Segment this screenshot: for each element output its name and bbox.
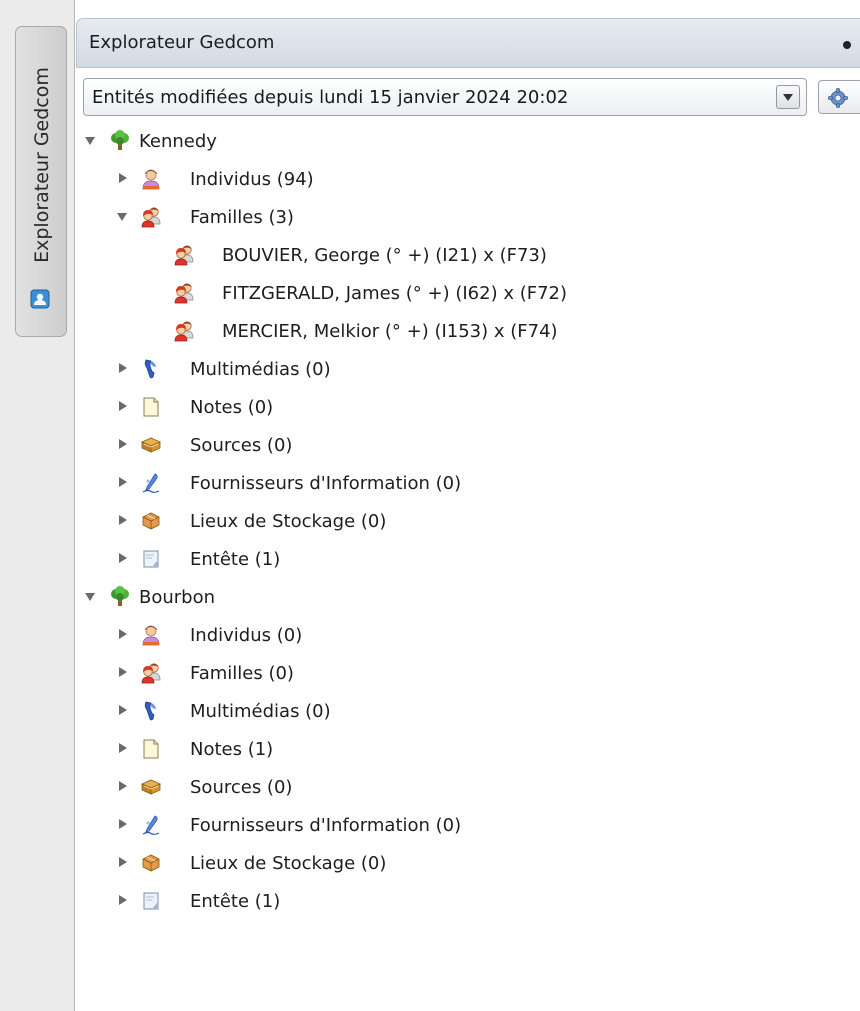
tree-node-label: Multimédias (0)	[190, 359, 331, 380]
family-icon	[173, 282, 195, 304]
tree-node-label: Sources (0)	[190, 435, 293, 456]
tree-node-label: Entête (1)	[190, 549, 281, 570]
expand-toggle-icon[interactable]	[116, 895, 128, 907]
tree-icon	[109, 130, 131, 152]
multimedia-icon	[140, 700, 162, 722]
family-icon	[140, 662, 162, 684]
tree-node-label: Individus (94)	[190, 169, 314, 190]
source-book-icon	[140, 776, 162, 798]
tree-node-label: Individus (0)	[190, 625, 303, 646]
family-icon	[173, 320, 195, 342]
tree-node-label: Notes (1)	[190, 739, 274, 760]
expand-toggle-icon[interactable]	[84, 591, 96, 603]
gear-icon	[828, 88, 848, 108]
expand-toggle-icon[interactable]	[116, 401, 128, 413]
expand-toggle-icon[interactable]	[116, 439, 128, 451]
tree-node-label: Kennedy	[139, 131, 217, 152]
tree-node-label: Lieux de Stockage (0)	[190, 853, 387, 874]
individual-icon	[140, 168, 162, 190]
panel-title: Explorateur Gedcom	[89, 32, 275, 53]
expand-toggle-icon[interactable]	[116, 705, 128, 717]
family-icon	[173, 244, 195, 266]
tree-node-label: Entête (1)	[190, 891, 281, 912]
tree-node-label: Notes (0)	[190, 397, 274, 418]
repository-box-icon	[140, 510, 162, 532]
tree-node-label: Fournisseurs d'Information (0)	[190, 815, 462, 836]
tree-node-label: Sources (0)	[190, 777, 293, 798]
modified-since-select[interactable]: Entités modifiées depuis lundi 15 janvie…	[83, 78, 807, 116]
panel-header: Explorateur Gedcom	[76, 18, 860, 68]
individual-icon	[140, 624, 162, 646]
expand-toggle-icon[interactable]	[84, 135, 96, 147]
expand-toggle-icon[interactable]	[116, 363, 128, 375]
panel-menu-dot-icon[interactable]	[843, 41, 851, 49]
left-tab-strip: Explorateur Gedcom	[0, 0, 75, 1011]
tree-node-label: Multimédias (0)	[190, 701, 331, 722]
tree-node-label: Familles (0)	[190, 663, 294, 684]
expand-toggle-icon[interactable]	[116, 667, 128, 679]
source-book-icon	[140, 434, 162, 456]
expand-toggle-icon[interactable]	[116, 173, 128, 185]
sidebar-tab-gedcom-explorer[interactable]: Explorateur Gedcom	[15, 26, 67, 337]
modified-since-value: Entités modifiées depuis lundi 15 janvie…	[92, 87, 569, 108]
submitter-pen-icon	[140, 472, 162, 494]
submitter-pen-icon	[140, 814, 162, 836]
chevron-down-icon[interactable]	[776, 85, 800, 109]
tree-node-label: Bourbon	[139, 587, 216, 608]
tree-node-label: MERCIER, Melkior (° +) (I153) x (F74)	[222, 321, 558, 342]
family-icon	[140, 206, 162, 228]
note-icon	[140, 396, 162, 418]
tree-node-label: BOUVIER, George (° +) (I21) x (F73)	[222, 245, 547, 266]
tree-node-label: Lieux de Stockage (0)	[190, 511, 387, 532]
expand-toggle-icon[interactable]	[116, 515, 128, 527]
note-icon	[140, 738, 162, 760]
header-document-icon	[140, 548, 162, 570]
multimedia-icon	[140, 358, 162, 380]
tree-node-label: Fournisseurs d'Information (0)	[190, 473, 462, 494]
expand-toggle-icon[interactable]	[116, 743, 128, 755]
sidebar-tab-label: Explorateur Gedcom	[31, 67, 53, 263]
expand-toggle-icon[interactable]	[116, 629, 128, 641]
user-card-icon	[30, 289, 50, 309]
tree-icon	[109, 586, 131, 608]
tree-node-label: Familles (3)	[190, 207, 294, 228]
gedcom-explorer-window: Explorateur Gedcom Explorateur Gedcom En…	[0, 0, 860, 1011]
expand-toggle-icon[interactable]	[116, 819, 128, 831]
expand-toggle-icon[interactable]	[116, 477, 128, 489]
header-document-icon	[140, 890, 162, 912]
repository-box-icon	[140, 852, 162, 874]
expand-toggle-icon[interactable]	[116, 857, 128, 869]
expand-toggle-icon[interactable]	[116, 211, 128, 223]
tree-node-label: FITZGERALD, James (° +) (I62) x (F72)	[222, 283, 568, 304]
expand-toggle-icon[interactable]	[116, 553, 128, 565]
settings-button[interactable]	[818, 80, 860, 114]
expand-toggle-icon[interactable]	[116, 781, 128, 793]
